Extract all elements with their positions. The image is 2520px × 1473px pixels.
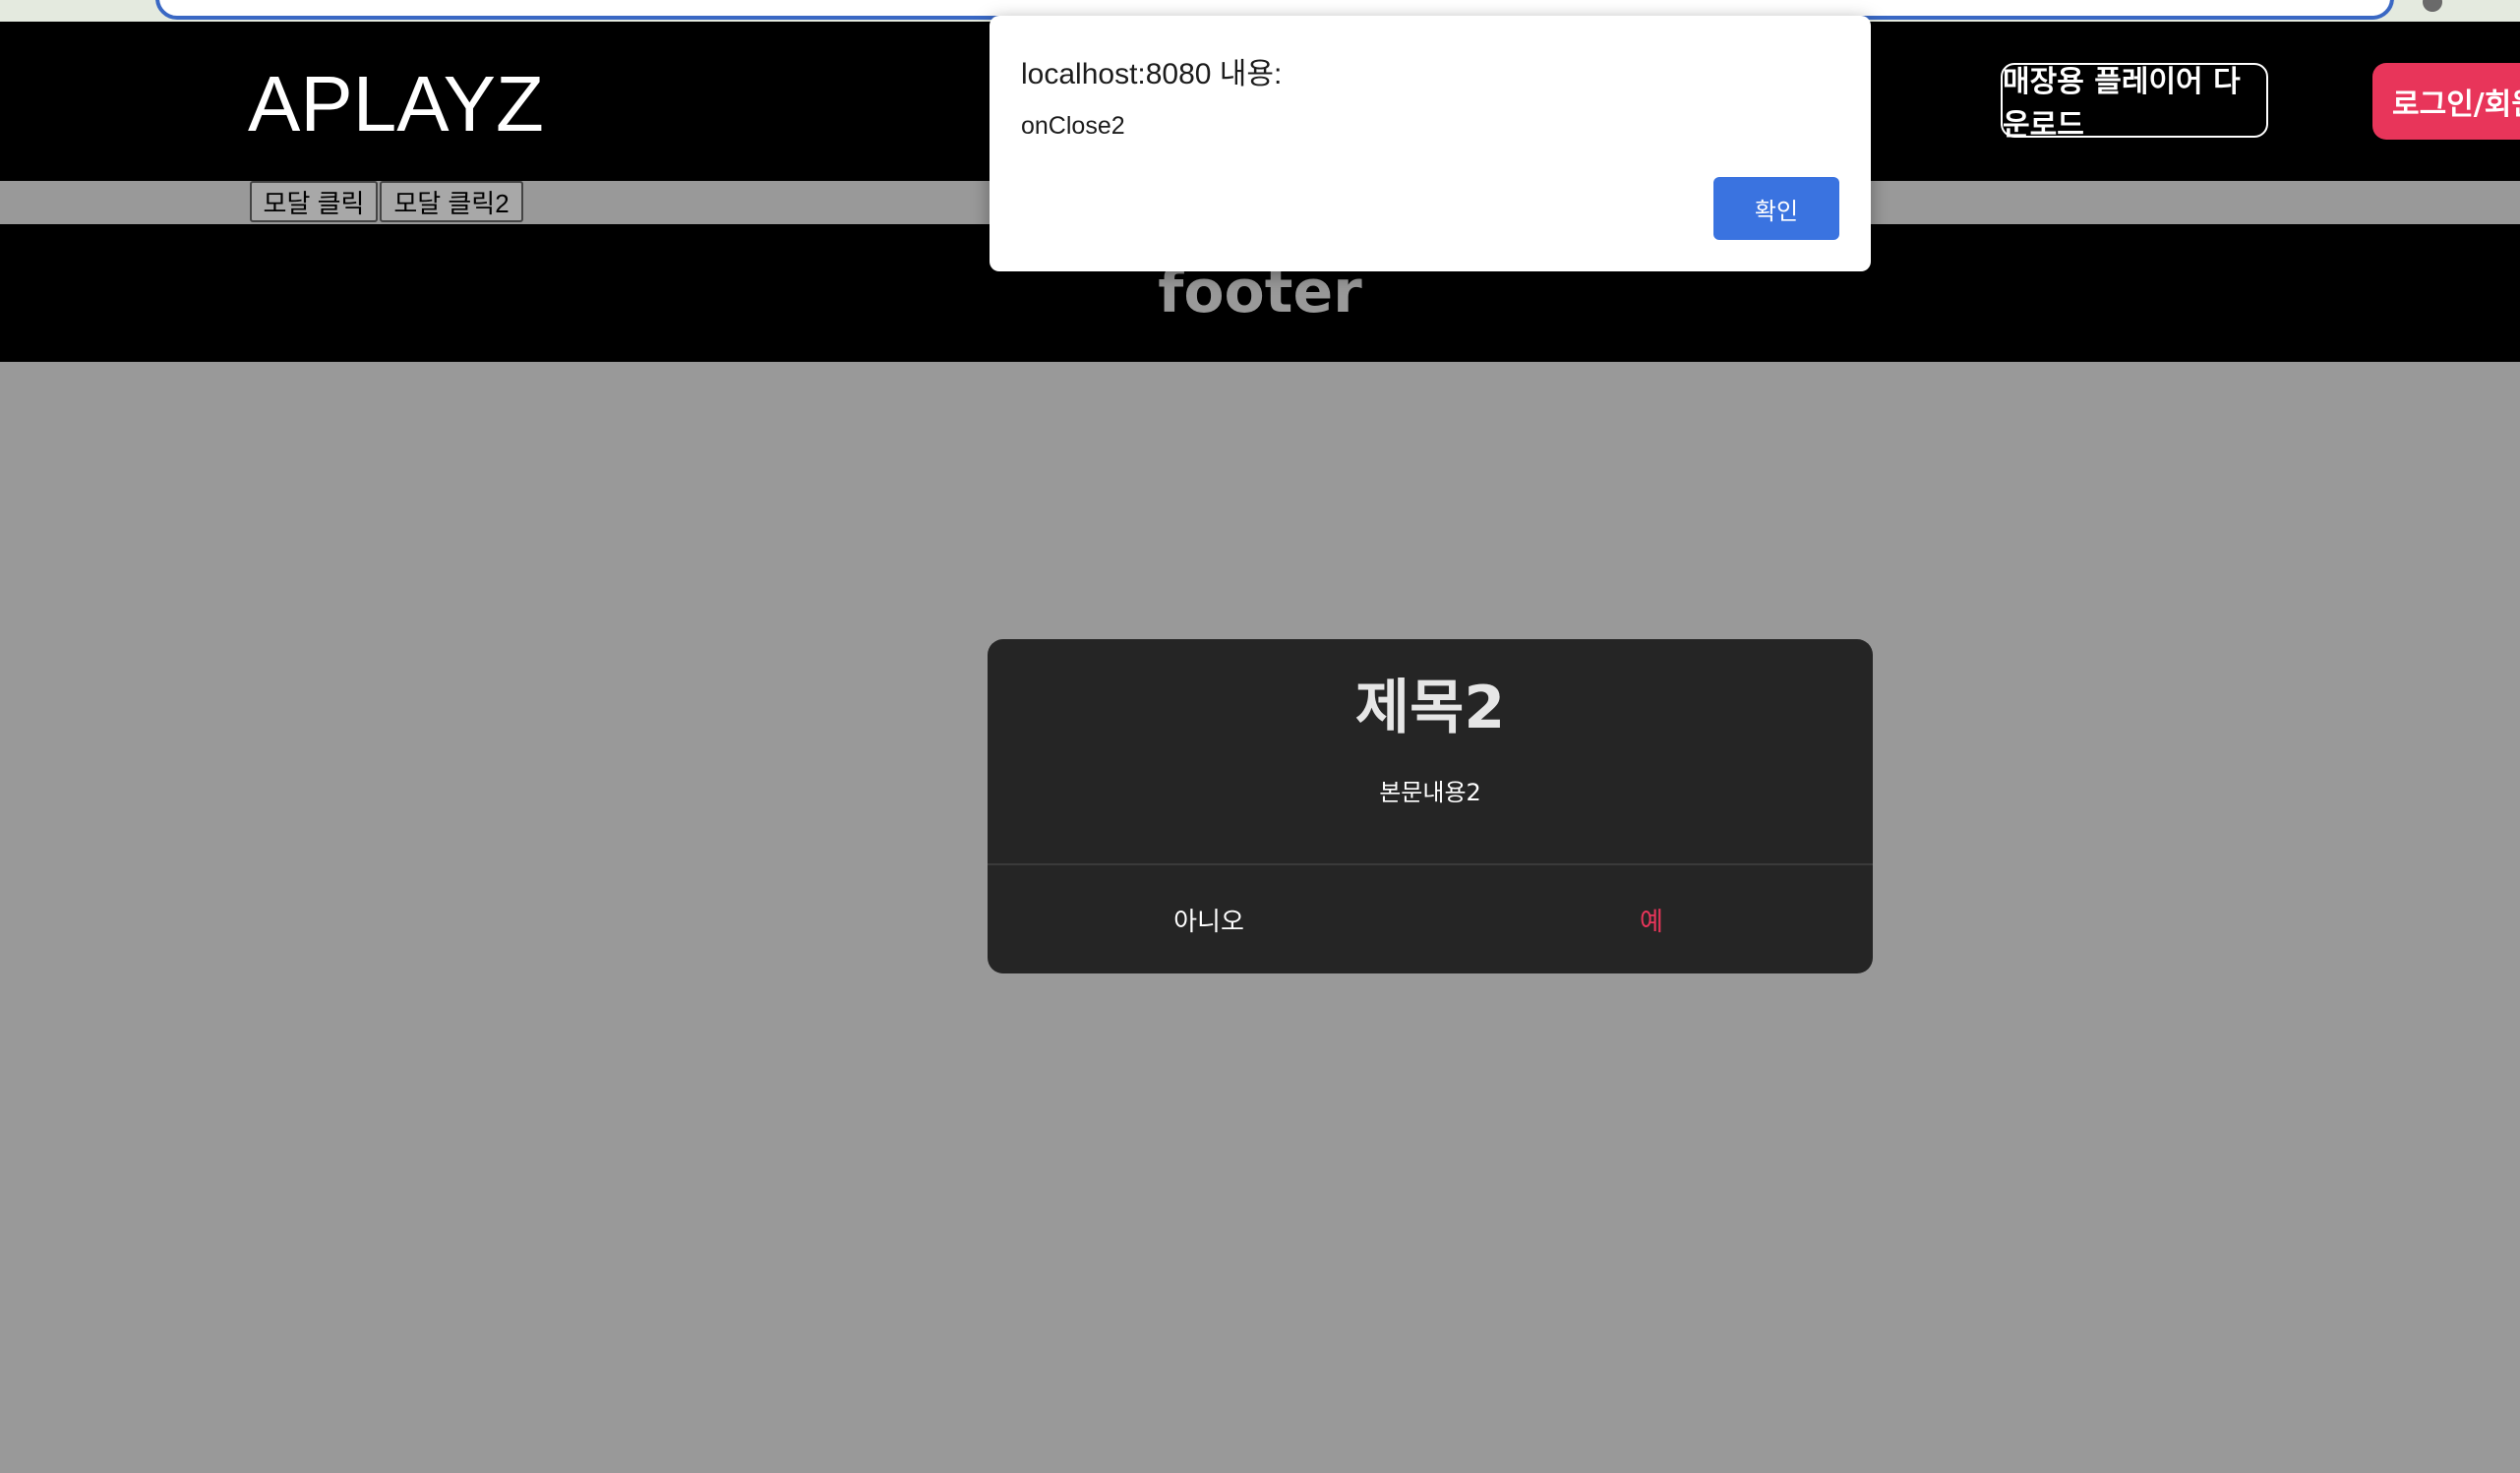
alert-origin-text: localhost:8080 내용: [1021, 58, 1283, 90]
modal-body-text: 본문내용2 [1379, 779, 1481, 806]
alert-message-text: onClose2 [1021, 112, 1125, 140]
player-download-button[interactable]: 매장용 플레이어 다운로드 [2001, 63, 2268, 143]
login-signup-button[interactable]: 로그인/회원 [2372, 63, 2520, 140]
modal-no-button[interactable]: 아니오 [988, 865, 1430, 973]
modal-title: 제목2 [1354, 674, 1506, 742]
modal-yes-button[interactable]: 예 [1430, 865, 1873, 973]
open-modal-button[interactable]: 모달 클릭 [250, 181, 378, 222]
alert-ok-button[interactable]: 확인 [1713, 177, 1839, 240]
open-modal2-button[interactable]: 모달 클릭2 [380, 181, 523, 222]
browser-alert-dialog: localhost:8080 내용: onClose2 확인 [990, 16, 1871, 271]
confirm-modal: 제목2 본문내용2 아니오 예 [988, 639, 1873, 973]
site-logo[interactable]: APLAYZ [248, 65, 544, 144]
